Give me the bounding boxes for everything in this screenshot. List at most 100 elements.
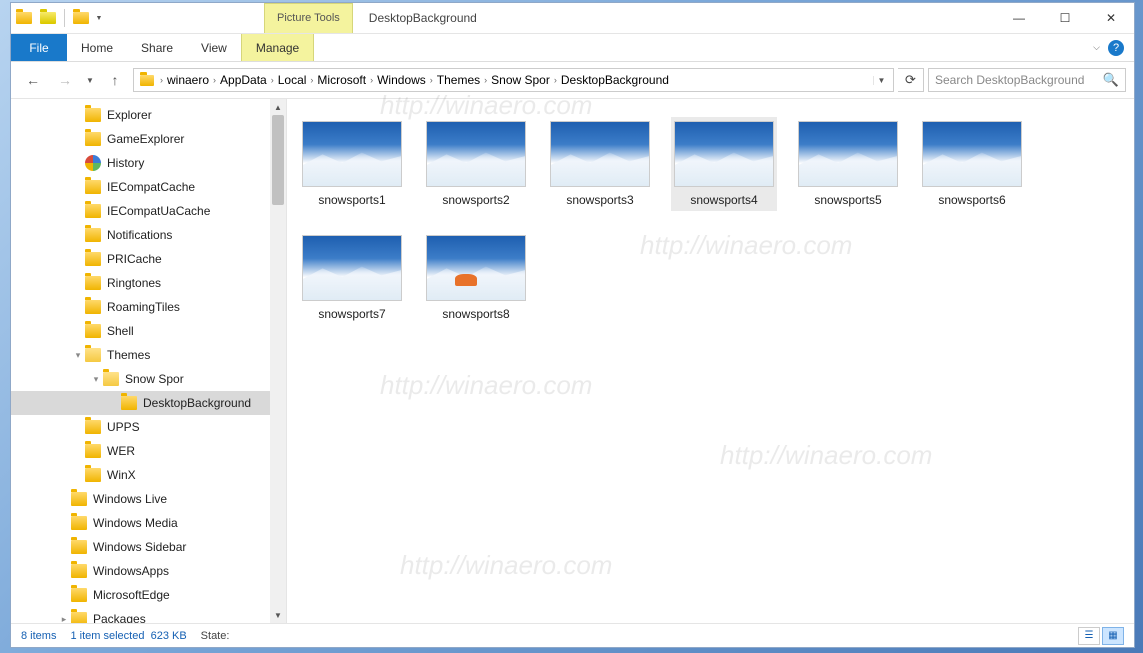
file-item[interactable]: snowsports6 [919,117,1025,211]
maximize-button[interactable]: ☐ [1042,3,1088,33]
folder-icon [121,396,137,410]
file-name: snowsports7 [318,307,385,321]
tree-item-label: RoamingTiles [107,300,180,314]
close-button[interactable]: ✕ [1088,3,1134,33]
breadcrumb-seg[interactable]: winaero [167,73,209,87]
refresh-button[interactable]: ⟳ [898,68,924,92]
tree-item[interactable]: RoamingTiles [11,295,286,319]
expand-ribbon-icon[interactable]: ⌵ [1093,42,1100,53]
folder-icon [71,492,87,506]
back-button[interactable]: ← [19,68,47,92]
file-item[interactable]: snowsports7 [299,231,405,325]
tree-item[interactable]: Windows Live [11,487,286,511]
file-item[interactable]: snowsports5 [795,117,901,211]
tree-item[interactable]: PRICache [11,247,286,271]
explorer-window: ▼ Picture Tools DesktopBackground — ☐ ✕ … [10,2,1135,648]
navigation-pane[interactable]: ExplorerGameExplorerHistoryIECompatCache… [11,99,287,623]
address-bar[interactable]: › winaero› AppData› Local› Microsoft› Wi… [133,68,894,92]
file-item[interactable]: snowsports1 [299,117,405,211]
tree-item[interactable]: Shell [11,319,286,343]
breadcrumb-seg[interactable]: Local [278,73,307,87]
tree-item[interactable]: MicrosoftEdge [11,583,286,607]
tree-item[interactable]: WinX [11,463,286,487]
breadcrumb-seg[interactable]: Microsoft [317,73,366,87]
chevron-right-icon[interactable]: › [430,75,433,85]
folder-icon [85,228,101,242]
tree-item[interactable]: ▸Packages [11,607,286,623]
up-button[interactable]: ↑ [101,68,129,92]
qat-newfolder-icon[interactable] [70,7,92,29]
qat-properties-icon[interactable] [37,7,59,29]
chevron-right-icon[interactable]: › [554,75,557,85]
tree-item[interactable]: DesktopBackground [11,391,286,415]
folder-icon [85,252,101,266]
breadcrumb-seg[interactable]: Themes [437,73,480,87]
window-controls: — ☐ ✕ [996,3,1134,33]
tree-item[interactable]: Ringtones [11,271,286,295]
forward-button[interactable]: → [51,68,79,92]
search-input[interactable]: Search DesktopBackground 🔍 [928,68,1126,92]
folder-icon [85,180,101,194]
folder-icon [85,444,101,458]
tree-item[interactable]: WindowsApps [11,559,286,583]
file-item[interactable]: snowsports3 [547,117,653,211]
expand-icon[interactable]: ▸ [57,614,71,624]
app-icon[interactable] [13,7,35,29]
tree-item[interactable]: Windows Sidebar [11,535,286,559]
tree-item[interactable]: UPPS [11,415,286,439]
chevron-right-icon[interactable]: › [310,75,313,85]
items-view[interactable]: snowsports1snowsports2snowsports3snowspo… [287,99,1134,623]
tree-item[interactable]: Windows Media [11,511,286,535]
details-view-button[interactable]: ☰ [1078,627,1100,645]
folder-icon [85,204,101,218]
scroll-down-icon[interactable]: ▼ [270,607,286,623]
file-item[interactable]: snowsports8 [423,231,529,325]
breadcrumb-seg[interactable]: DesktopBackground [561,73,669,87]
recent-locations-icon[interactable]: ▼ [83,68,97,92]
thumbnail-image [426,121,526,187]
tree-item[interactable]: WER [11,439,286,463]
tree-item[interactable]: Notifications [11,223,286,247]
home-tab[interactable]: Home [67,34,127,61]
tree-item[interactable]: History [11,151,286,175]
chevron-right-icon[interactable]: › [271,75,274,85]
file-item[interactable]: snowsports4 [671,117,777,211]
chevron-right-icon[interactable]: › [370,75,373,85]
separator [64,9,65,27]
expand-icon[interactable]: ▾ [71,350,85,361]
tree-item[interactable]: ▾Snow Spor [11,367,286,391]
file-name: snowsports2 [442,193,509,207]
tree-item[interactable]: GameExplorer [11,127,286,151]
file-item[interactable]: snowsports2 [423,117,529,211]
tree-item-label: WindowsApps [93,564,169,578]
expand-icon[interactable]: ▾ [89,374,103,385]
tree-item-label: UPPS [107,420,140,434]
chevron-right-icon[interactable]: › [484,75,487,85]
address-dropdown-icon[interactable]: ▼ [873,76,889,85]
minimize-button[interactable]: — [996,3,1042,33]
tree-item[interactable]: Explorer [11,103,286,127]
breadcrumb-seg[interactable]: Snow Spor [491,73,550,87]
tree-item-label: WinX [107,468,136,482]
tree-item[interactable]: IECompatCache [11,175,286,199]
chevron-right-icon[interactable]: › [160,75,163,85]
share-tab[interactable]: Share [127,34,187,61]
search-icon[interactable]: 🔍 [1103,72,1119,88]
scrollbar[interactable]: ▲ ▼ [270,99,286,623]
folder-icon [85,324,101,338]
manage-tab[interactable]: Manage [241,34,314,61]
chevron-right-icon[interactable]: › [213,75,216,85]
tree-item[interactable]: IECompatUaCache [11,199,286,223]
breadcrumb-seg[interactable]: Windows [377,73,426,87]
thumbnails-view-button[interactable]: ▦ [1102,627,1124,645]
thumbnail-image [302,121,402,187]
view-tab[interactable]: View [187,34,241,61]
scroll-up-icon[interactable]: ▲ [270,99,286,115]
file-tab[interactable]: File [11,34,67,61]
scroll-thumb[interactable] [272,115,284,205]
search-placeholder: Search DesktopBackground [935,73,1084,87]
qat-customize-icon[interactable]: ▼ [94,7,104,29]
tree-item[interactable]: ▾Themes [11,343,286,367]
breadcrumb-seg[interactable]: AppData [220,73,267,87]
help-icon[interactable]: ? [1108,40,1124,56]
